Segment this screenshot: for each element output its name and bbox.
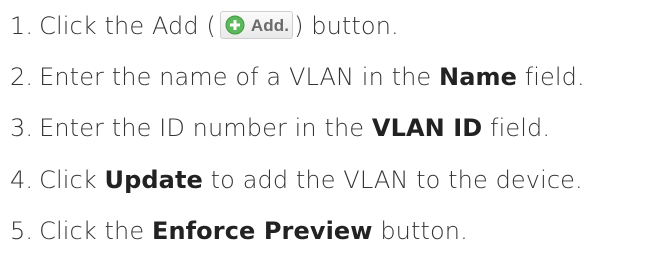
- step-4: 4. Click Update to add the VLAN to the de…: [10, 160, 583, 200]
- step-number: 3.: [10, 114, 34, 142]
- step-1: 1. Click the Add ( Add.) button.: [10, 6, 399, 46]
- step-text: Click: [39, 166, 105, 194]
- step-5: 5. Click the Enforce Preview button.: [10, 211, 468, 251]
- step-number: 5.: [10, 217, 34, 245]
- step-text: to add the VLAN to the device.: [202, 166, 583, 194]
- step-number: 2.: [10, 63, 34, 91]
- add-button[interactable]: Add.: [219, 11, 294, 39]
- step-number: 4.: [10, 166, 34, 194]
- step-text: field.: [517, 63, 585, 91]
- plus-circle-icon: [225, 15, 245, 35]
- step-text: Enter the name of a VLAN in the: [39, 63, 440, 91]
- step-text: Click the Add (: [39, 12, 216, 40]
- step-text: button.: [372, 217, 468, 245]
- step-text: field.: [482, 114, 551, 142]
- add-button-label: Add.: [250, 16, 290, 35]
- step-2: 2. Enter the name of a VLAN in the Name f…: [10, 57, 585, 97]
- instruction-steps: 1. Click the Add ( Add.) button. 2. Enter t…: [0, 0, 655, 266]
- step-number: 1.: [10, 12, 34, 40]
- enforce-preview-button-label: Enforce Preview: [151, 217, 373, 245]
- field-vlan-id-label: VLAN ID: [371, 114, 483, 142]
- step-text: Click the: [39, 217, 152, 245]
- step-text: Enter the ID number in the: [39, 114, 372, 142]
- step-text: ) button.: [294, 12, 399, 40]
- step-3: 3. Enter the ID number in the VLAN ID fie…: [10, 108, 550, 148]
- update-button-label: Update: [104, 166, 203, 194]
- field-name-label: Name: [439, 63, 517, 91]
